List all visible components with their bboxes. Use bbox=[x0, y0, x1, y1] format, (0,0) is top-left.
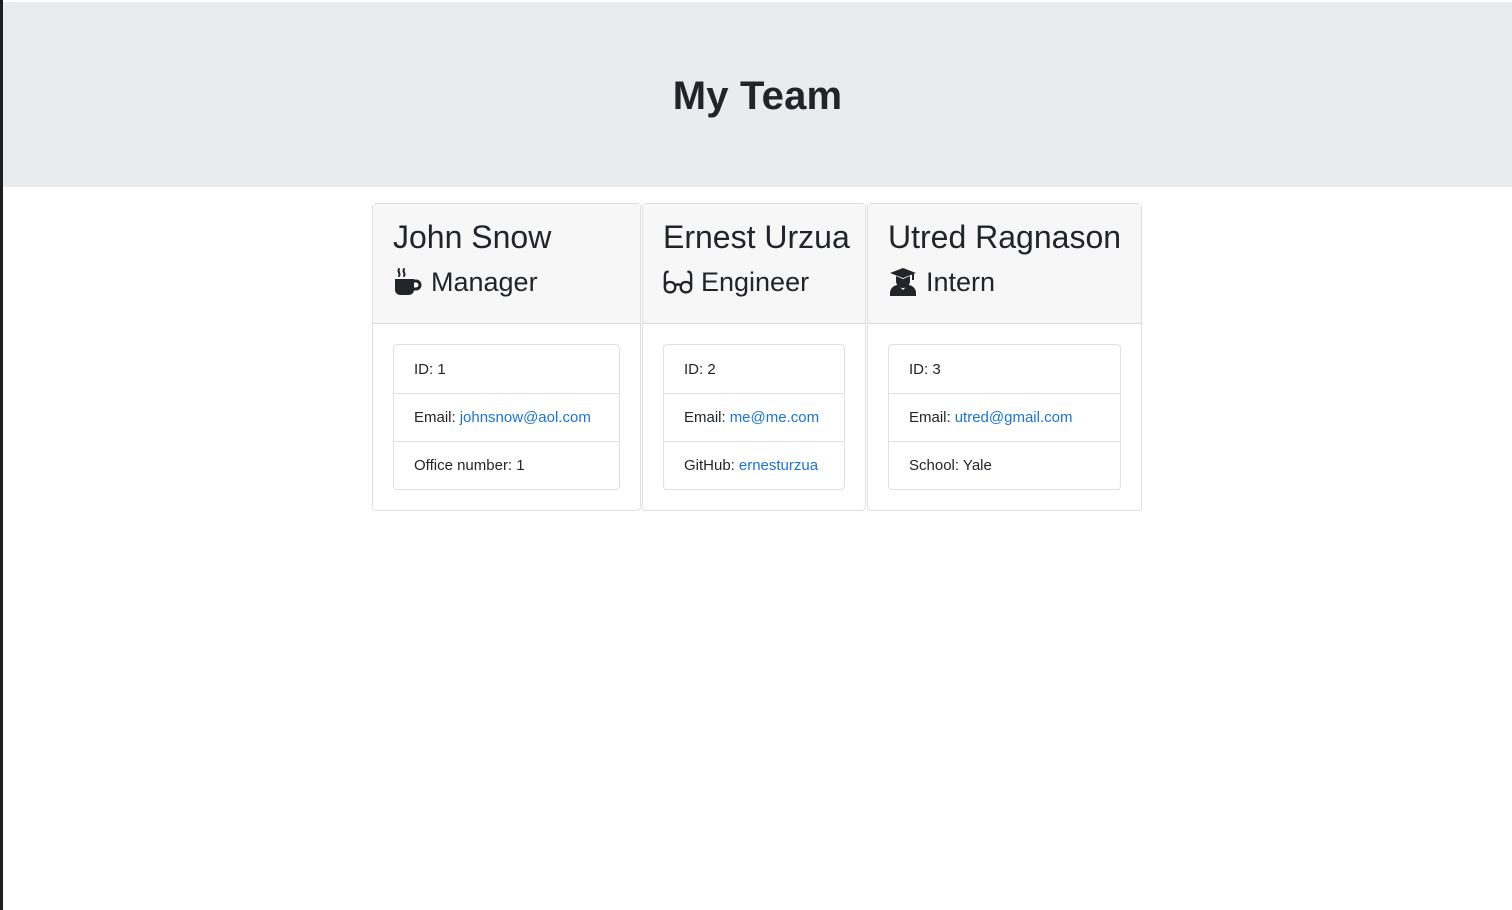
user-graduate-icon bbox=[888, 267, 918, 297]
email-link[interactable]: johnsnow@aol.com bbox=[460, 409, 591, 426]
email-label: Email: bbox=[684, 409, 726, 426]
list-item-email: Email: johnsnow@aol.com bbox=[394, 393, 619, 441]
role-label: Manager bbox=[431, 267, 538, 297]
employee-card-intern: Utred Ragnason Intern ID: 3 Email: utred… bbox=[867, 203, 1142, 511]
employee-role: Engineer bbox=[663, 266, 845, 298]
email-label: Email: bbox=[909, 409, 951, 426]
id-text: ID: 1 bbox=[414, 360, 446, 378]
list-item-github: GitHub: ernesturzua bbox=[664, 441, 844, 489]
mug-hot-icon bbox=[393, 267, 423, 297]
details-list: ID: 3 Email: utred@gmail.com School: Yal… bbox=[888, 344, 1121, 490]
list-item-id: ID: 3 bbox=[889, 345, 1120, 393]
list-item-school: School: Yale bbox=[889, 441, 1120, 489]
card-body: ID: 2 Email: me@me.com GitHub: ernesturz… bbox=[643, 324, 865, 510]
list-item-office: Office number: 1 bbox=[394, 441, 619, 489]
header-banner: My Team bbox=[3, 2, 1512, 187]
email-link[interactable]: utred@gmail.com bbox=[955, 409, 1073, 426]
list-item-id: ID: 2 bbox=[664, 345, 844, 393]
github-link[interactable]: ernesturzua bbox=[739, 457, 818, 474]
card-body: ID: 1 Email: johnsnow@aol.com Office num… bbox=[373, 324, 640, 510]
list-item-email: Email: me@me.com bbox=[664, 393, 844, 441]
list-item-email: Email: utred@gmail.com bbox=[889, 393, 1120, 441]
github-label: GitHub: bbox=[684, 457, 735, 474]
id-text: ID: 3 bbox=[909, 360, 941, 378]
school-text: School: Yale bbox=[909, 457, 992, 474]
card-header: Utred Ragnason Intern bbox=[868, 204, 1141, 324]
glasses-icon bbox=[663, 267, 693, 297]
role-label: Intern bbox=[926, 267, 996, 297]
card-header: John Snow Manager bbox=[373, 204, 640, 324]
employee-name: Ernest Urzua bbox=[663, 219, 850, 255]
role-label: Engineer bbox=[701, 267, 810, 297]
employee-role: Intern bbox=[888, 266, 1121, 298]
details-list: ID: 2 Email: me@me.com GitHub: ernesturz… bbox=[663, 344, 845, 490]
team-cards: John Snow Manager ID: 1 Email: johnsnow@… bbox=[372, 203, 1142, 511]
email-label: Email: bbox=[414, 409, 456, 426]
card-body: ID: 3 Email: utred@gmail.com School: Yal… bbox=[868, 324, 1141, 510]
page-title: My Team bbox=[672, 74, 843, 118]
employee-card-manager: John Snow Manager ID: 1 Email: johnsnow@… bbox=[372, 203, 641, 511]
email-link[interactable]: me@me.com bbox=[730, 409, 819, 426]
employee-card-engineer: Ernest Urzua Engineer ID: 2 Email: me@me… bbox=[642, 203, 866, 511]
list-item-id: ID: 1 bbox=[394, 345, 619, 393]
office-number-text: Office number: 1 bbox=[414, 457, 525, 474]
details-list: ID: 1 Email: johnsnow@aol.com Office num… bbox=[393, 344, 620, 490]
employee-name: John Snow bbox=[393, 219, 552, 255]
card-header: Ernest Urzua Engineer bbox=[643, 204, 865, 324]
employee-role: Manager bbox=[393, 266, 620, 298]
id-text: ID: 2 bbox=[684, 360, 716, 378]
employee-name: Utred Ragnason bbox=[888, 219, 1122, 255]
